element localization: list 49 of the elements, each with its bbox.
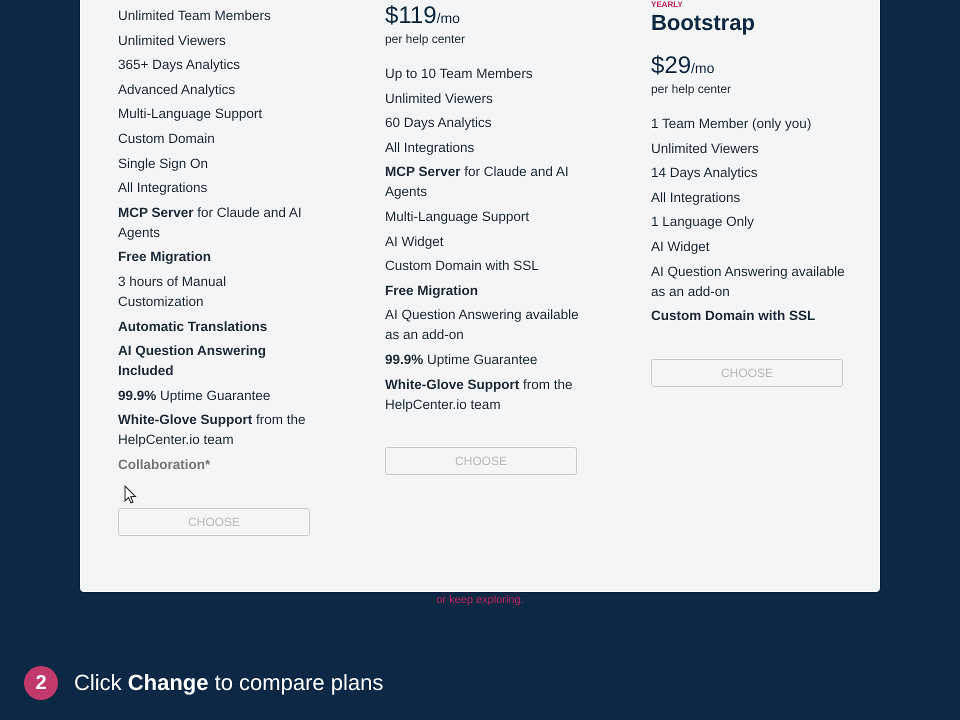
step-number: 2 <box>24 666 58 700</box>
feature-text: 365+ Days Analytics <box>118 56 240 74</box>
feature-text: Custom Domain <box>118 130 215 148</box>
feature-text: 1 Language Only <box>651 213 754 232</box>
feature-text: White-Glove Support from the HelpCenter.io team <box>118 411 307 450</box>
feature-text: 60 Days Analytics <box>385 114 492 132</box>
feature-text: 3 hours of Manual Customization <box>118 272 228 311</box>
feature-text: 99.9% Uptime Guarantee <box>118 386 270 405</box>
plan-name: Bootstrap <box>651 10 755 36</box>
plan-price: $29/mo <box>651 54 714 80</box>
feature-text: Up to 10 Team Members <box>385 65 533 83</box>
choose-button[interactable]: CHOOSE <box>385 447 577 476</box>
feature-text: All Integrations <box>651 188 740 207</box>
feature-text: 1 Team Member (only you) <box>651 115 812 133</box>
feature-text: Unlimited Viewers <box>651 140 759 158</box>
feature-text: All Integrations <box>118 179 208 198</box>
feature-text: AI Question Answering available as an add-on <box>651 262 846 301</box>
feature-text: Multi-Language Support <box>385 208 530 226</box>
feature-text: Unlimited Viewers <box>385 90 493 108</box>
feature-text: Free Migration <box>118 248 212 266</box>
feature-text: 99.9% Uptime Guarantee <box>385 350 538 369</box>
cursor-icon <box>124 485 137 504</box>
plan-label: YEARLY <box>651 0 683 10</box>
feature-text: Unlimited Viewers <box>118 32 226 50</box>
feature-text: Advanced Analytics <box>118 80 236 99</box>
feature-text: AI Widget <box>385 232 444 251</box>
feature-text: 14 Days Analytics <box>651 164 758 182</box>
feature-text: Multi-Language Support <box>118 105 262 124</box>
feature-text: Free Migration <box>385 282 478 300</box>
feature-text: Custom Domain with SSL <box>385 257 539 276</box>
feature-text: MCP Server for Claude and AI Agents <box>385 163 570 202</box>
feature-text: Single Sign On <box>118 154 208 173</box>
feature-text: AI Question Answering available as an add-on <box>385 306 580 344</box>
price-note: per help center <box>385 31 466 48</box>
feature-text: White-Glove Support from the HelpCenter.io team <box>385 376 574 414</box>
choose-button[interactable]: CHOOSE <box>118 508 310 536</box>
feature-text: Collaboration* <box>118 456 210 474</box>
keep-exploring-link[interactable]: or keep exploring. <box>436 594 524 606</box>
feature-text: Automatic Translations <box>118 318 268 336</box>
price-note: per help center <box>651 81 732 98</box>
feature-text: AI Question Answering Included <box>118 342 268 380</box>
feature-text: MCP Server for Claude and AI Agents <box>118 204 303 242</box>
step-instruction: Click Change to compare plans <box>74 670 384 696</box>
choose-button[interactable]: CHOOSE <box>651 358 843 387</box>
feature-text: AI Widget <box>651 238 710 256</box>
plan-price: $119/mo <box>385 4 460 30</box>
feature-text: All Integrations <box>385 138 474 157</box>
feature-text: Unlimited Team Members <box>118 7 271 25</box>
feature-text: Custom Domain with SSL <box>651 307 816 326</box>
